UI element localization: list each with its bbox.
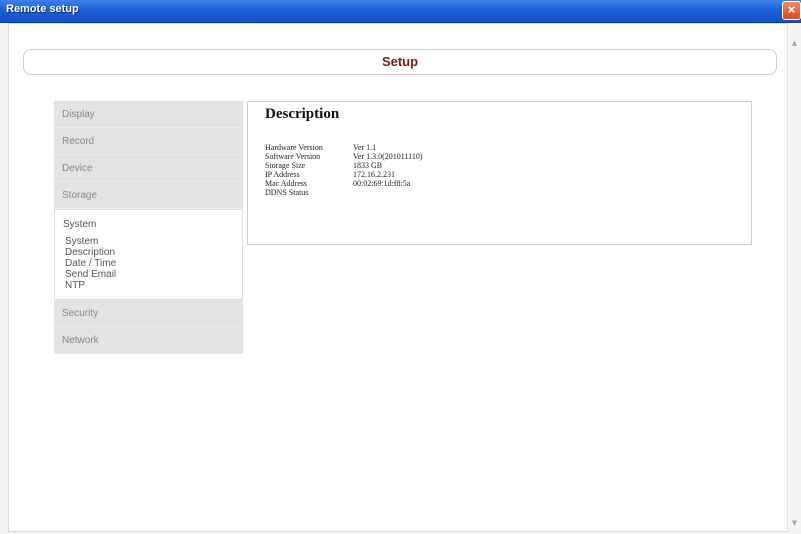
sidebar-item-device[interactable]: Device: [54, 155, 243, 182]
info-row-software-version: Software Version Ver 1.3.0(201011110): [265, 152, 423, 161]
scroll-down-arrow-icon[interactable]: ▼: [789, 517, 800, 529]
info-row-mac-address: Mac Address 00:02:69:1d:f8:5a: [265, 179, 423, 188]
submenu-item-description[interactable]: Description: [65, 247, 242, 258]
scroll-up-arrow-icon[interactable]: ▲: [789, 37, 800, 49]
sidebar-item-network[interactable]: Network: [54, 327, 243, 354]
window-title: Remote setup: [6, 3, 79, 15]
setup-header: Setup: [23, 49, 777, 75]
info-label: Mac Address: [265, 179, 307, 188]
content-area: Setup Display Record Device Storage Syst…: [8, 23, 788, 532]
info-label: Storage Size: [265, 161, 306, 170]
sidebar-menu: Display Record Device Storage System Sys…: [54, 101, 243, 354]
info-row-ddns-status: DDNS Status: [265, 188, 423, 197]
description-panel: Description Hardware Version Ver 1.1 Soft…: [247, 101, 752, 245]
page-title: Setup: [381, 54, 419, 69]
sidebar-item-storage[interactable]: Storage: [54, 182, 243, 209]
close-button[interactable]: ×: [782, 1, 801, 20]
sidebar-item-security[interactable]: Security: [54, 300, 243, 327]
info-label: IP Address: [265, 170, 300, 179]
sidebar-group-system: System System Description Date / Time Se…: [54, 209, 243, 300]
info-value: Ver 1.3.0(201011110): [353, 152, 423, 161]
info-row-ip-address: IP Address 172.16.2.231: [265, 170, 423, 179]
vertical-scrollbar[interactable]: ▲ ▼: [787, 23, 801, 531]
submenu-item-system[interactable]: System: [65, 236, 242, 247]
info-row-storage-size: Storage Size 1833 GB: [265, 161, 423, 170]
info-value: 00:02:69:1d:f8:5a: [353, 179, 411, 188]
info-label: Hardware Version: [265, 143, 323, 152]
info-label: DDNS Status: [265, 188, 309, 197]
info-value: 1833 GB: [353, 161, 383, 170]
description-title: Description: [265, 106, 340, 122]
info-row-hardware-version: Hardware Version Ver 1.1: [265, 143, 423, 152]
close-icon: ×: [787, 2, 796, 17]
sidebar-item-record[interactable]: Record: [54, 128, 243, 155]
system-submenu: System Description Date / Time Send Emai…: [63, 236, 242, 291]
sidebar-item-system[interactable]: System: [63, 219, 242, 230]
submenu-item-ntp[interactable]: NTP: [65, 280, 242, 291]
submenu-item-send-email[interactable]: Send Email: [65, 269, 242, 280]
info-value: 172.16.2.231: [353, 170, 395, 179]
info-value: Ver 1.1: [353, 143, 377, 152]
sidebar-item-display[interactable]: Display: [54, 101, 243, 128]
window-titlebar: Remote setup ×: [0, 0, 801, 23]
description-table: Hardware Version Ver 1.1 Software Version…: [265, 143, 423, 197]
info-label: Software Version: [265, 152, 321, 161]
submenu-item-date-time[interactable]: Date / Time: [65, 258, 242, 269]
